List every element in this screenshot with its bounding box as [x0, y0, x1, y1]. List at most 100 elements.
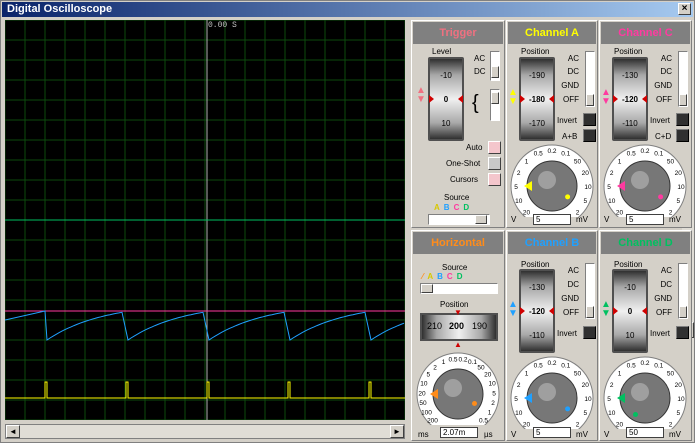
dial-tick-label: 2 [517, 382, 521, 389]
cursors-button[interactable] [488, 173, 501, 186]
slider-knob[interactable] [491, 92, 499, 104]
dial-marker [658, 194, 664, 200]
mode-off: OFF [563, 95, 579, 104]
dial-tick-label: 1 [618, 159, 622, 166]
dial-tick-label: 2 [610, 382, 614, 389]
trigger-dc-label: DC [474, 67, 486, 76]
channel-b-title: Channel B [508, 232, 596, 254]
channel-b-panel: Channel B Position -130 -120 -110 ▲ ▼ AC … [506, 230, 598, 441]
dial-tick-label: 20 [523, 210, 531, 217]
slider-knob[interactable] [491, 66, 499, 78]
v-unit-label: V [604, 430, 610, 439]
horizontal-scrollbar[interactable]: ◄ ► [5, 424, 405, 439]
dial-marker [472, 401, 477, 406]
auto-button[interactable] [488, 141, 501, 154]
dial-graphic: 200100502010521 0.5 0.2 0.15020105210.5 [416, 352, 500, 425]
drum-value: 10 [625, 331, 635, 340]
channel-d-invert-label: Invert [650, 329, 671, 338]
horizontal-source-slider[interactable] [420, 283, 498, 294]
dial-tick-label: 0.2 [547, 360, 556, 367]
mode-gnd: GND [561, 81, 579, 90]
dial-tick-label: 50 [667, 371, 675, 378]
channel-a-value-field[interactable]: 5 [533, 214, 571, 225]
channel-c-invert-button[interactable] [676, 113, 689, 126]
drum-value: -10 [440, 71, 452, 80]
channel-b-invert-button[interactable] [583, 326, 596, 339]
v-unit-label: V [511, 215, 517, 224]
channel-a-volts-dial[interactable]: 20 10 5 2 1 0.5 0.2 0.1 50 20 10 5 2 [509, 141, 595, 217]
mode-dc: DC [567, 280, 579, 289]
source-d: D [456, 272, 463, 281]
dial-tick-label: 1 [525, 159, 529, 166]
close-icon[interactable]: × [678, 3, 691, 15]
drum-value: -110 [529, 331, 545, 340]
channel-a-combine-label: A+B [562, 132, 578, 141]
scroll-left-icon[interactable]: ◄ [6, 425, 20, 438]
trigger-level-drum[interactable]: -10 0 10 [428, 57, 464, 141]
dial-tick-label: 0.5 [479, 418, 488, 425]
time-readout: 0.00 S [208, 21, 237, 30]
dial-tick-label: 20 [523, 422, 531, 429]
channel-c-volts-dial[interactable]: 20 10 5 2 1 0.5 0.2 0.1 50 20 10 5 2 [602, 141, 688, 217]
dial-highlight [444, 379, 462, 397]
trigger-edge-slider[interactable] [490, 89, 500, 121]
dial-tick-label: 10 [608, 198, 616, 205]
channel-d-volts-dial[interactable]: 20 10 5 2 1 0.5 0.2 0.1 50 20 10 5 2 [602, 353, 688, 429]
trigger-title: Trigger [413, 22, 503, 44]
trigger-coupling-slider[interactable] [490, 51, 500, 81]
trigger-source-slider[interactable] [428, 214, 490, 225]
timebase-dial[interactable]: 200 100 50 20 10 5 2 1 0.5 0.2 0.1 50 20 10 5 2 1 0.5 [415, 349, 501, 425]
horizontal-position-drum[interactable]: 210 200 190 [420, 313, 498, 341]
dial-graphic: 20105210.5 0.2 0.150201052 [603, 356, 687, 429]
dial-tick-label: 10 [608, 410, 616, 417]
channel-b-coupling-slider[interactable] [585, 263, 595, 319]
dial-tick-label: 2 [610, 170, 614, 177]
slider-knob[interactable] [421, 284, 433, 293]
slider-knob[interactable] [475, 215, 487, 224]
mv-unit-label: mV [669, 215, 681, 224]
source-a: A [427, 272, 434, 281]
trigger-source-label: Source [444, 193, 470, 202]
dial-tick-label: 5 [676, 410, 680, 417]
channel-a-invert-button[interactable] [583, 113, 596, 126]
updown-arrows-icon: ▲ ▼ [601, 299, 611, 319]
edge-bracket-icon: { [472, 92, 479, 114]
channel-b-value-field[interactable]: 5 [533, 427, 571, 438]
scope-graph [5, 20, 405, 420]
one-shot-button[interactable] [488, 157, 501, 170]
one-shot-label: One-Shot [446, 159, 481, 168]
channel-a-coupling-slider[interactable] [585, 51, 595, 107]
slider-knob[interactable] [679, 94, 687, 106]
channel-d-invert-button[interactable] [676, 326, 689, 339]
dial-tick-label: 5 [492, 390, 496, 397]
dial-tick-label: 50 [477, 364, 485, 371]
dial-tick-label: 50 [574, 159, 582, 166]
channel-d-coupling-slider[interactable] [678, 263, 688, 319]
slider-knob[interactable] [586, 306, 594, 318]
slider-knob[interactable] [586, 94, 594, 106]
channel-c-coupling-slider[interactable] [678, 51, 688, 107]
channel-c-value-field[interactable]: 5 [626, 214, 664, 225]
timebase-value-field[interactable]: 2.07m [440, 427, 478, 438]
mode-ac: AC [567, 54, 579, 63]
dial-marker [565, 194, 571, 200]
dial-tick-label: 10 [584, 184, 592, 191]
us-unit-label: µs [484, 430, 493, 439]
slider-knob[interactable] [679, 306, 687, 318]
scope-display: 0.00 S [5, 20, 405, 420]
mode-dc: DC [660, 280, 672, 289]
ramp-icon: ⁄ [422, 272, 424, 281]
v-unit-label: V [511, 430, 517, 439]
dial-tick-label: 20 [582, 170, 590, 177]
channel-c-combine-label: C+D [655, 132, 672, 141]
channel-d-value-field[interactable]: 50 [626, 427, 664, 438]
source-c: C [446, 272, 453, 281]
pointer-up-icon: ▲ [454, 340, 462, 349]
source-b: B [443, 203, 450, 212]
channel-a-panel: Channel A Position -190 -180 -170 ▲ ▼ AC … [506, 20, 598, 228]
updown-arrows-icon: ▲ ▼ [416, 85, 426, 105]
scroll-right-icon[interactable]: ► [390, 425, 404, 438]
channel-b-volts-dial[interactable]: 20 10 5 2 1 0.5 0.2 0.1 50 20 10 5 2 [509, 353, 595, 429]
dial-tick-label: 0.2 [547, 148, 556, 155]
dial-tick-label: 10 [584, 396, 592, 403]
